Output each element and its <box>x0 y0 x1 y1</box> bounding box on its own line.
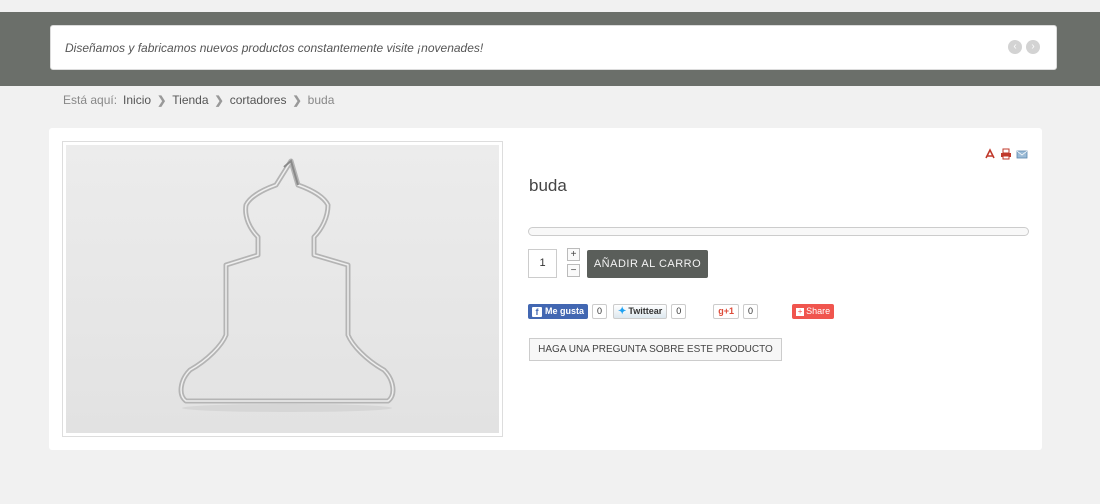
add-to-cart-button[interactable]: AÑADIR AL CARRO <box>587 250 708 278</box>
breadcrumb: Está aquí: Inicio ❯ Tienda ❯ cortadores … <box>63 93 334 107</box>
breadcrumb-inicio[interactable]: Inicio <box>123 93 151 107</box>
news-ticker: Diseñamos y fabricamos nuevos productos … <box>50 25 1057 70</box>
product-divider-bar <box>528 227 1029 236</box>
email-icon[interactable] <box>1016 148 1028 160</box>
ask-question-button[interactable]: HAGA UNA PREGUNTA SOBRE ESTE PRODUCTO <box>529 338 782 361</box>
twitter-tweet-button[interactable]: ✦ Twittear <box>613 304 668 319</box>
pdf-icon[interactable] <box>984 148 996 160</box>
product-image[interactable] <box>62 141 503 437</box>
print-icon[interactable] <box>1000 148 1012 160</box>
facebook-like-label: Me gusta <box>545 306 585 316</box>
google-plus-label: +1 <box>723 306 735 316</box>
twitter-label: Twittear <box>628 306 663 316</box>
facebook-icon: f <box>532 306 542 317</box>
breadcrumb-prefix: Está aquí: <box>63 93 118 107</box>
product-title: buda <box>529 176 567 195</box>
breadcrumb-cortadores[interactable]: cortadores <box>230 93 287 107</box>
quantity-decrease-button[interactable]: − <box>567 264 580 277</box>
twitter-count: 0 <box>671 304 687 319</box>
breadcrumb-current: buda <box>307 93 335 107</box>
ticker-nav: ‹ › <box>1008 40 1040 54</box>
product-panel: buda 1 + − AÑADIR AL CARRO f Me gusta 0 … <box>49 128 1042 450</box>
product-tools <box>984 148 1028 160</box>
ticker-next-icon[interactable]: › <box>1026 40 1040 54</box>
chevron-right-icon: ❯ <box>292 94 302 107</box>
quantity-input[interactable]: 1 <box>528 249 557 278</box>
ticker-text: Diseñamos y fabricamos nuevos productos … <box>65 41 484 55</box>
share-button[interactable]: + Share <box>792 304 835 319</box>
twitter-bird-icon: ✦ <box>618 306 627 317</box>
share-plus-icon: + <box>796 306 805 316</box>
quantity-increase-button[interactable]: + <box>567 248 580 261</box>
product-photo <box>66 145 499 433</box>
ticker-prev-icon[interactable]: ‹ <box>1008 40 1022 54</box>
facebook-like-button[interactable]: f Me gusta <box>528 304 589 319</box>
chevron-right-icon: ❯ <box>157 94 167 107</box>
breadcrumb-tienda[interactable]: Tienda <box>172 93 208 107</box>
share-label: Share <box>806 306 831 316</box>
chevron-right-icon: ❯ <box>214 94 224 107</box>
google-plus-count: 0 <box>743 304 759 319</box>
buddha-cutter-illustration <box>178 158 396 412</box>
facebook-like-count: 0 <box>592 304 608 319</box>
google-plus-button[interactable]: g+1 <box>713 304 740 319</box>
social-buttons: f Me gusta 0 ✦ Twittear 0 g+1 0 + Share <box>528 304 835 319</box>
